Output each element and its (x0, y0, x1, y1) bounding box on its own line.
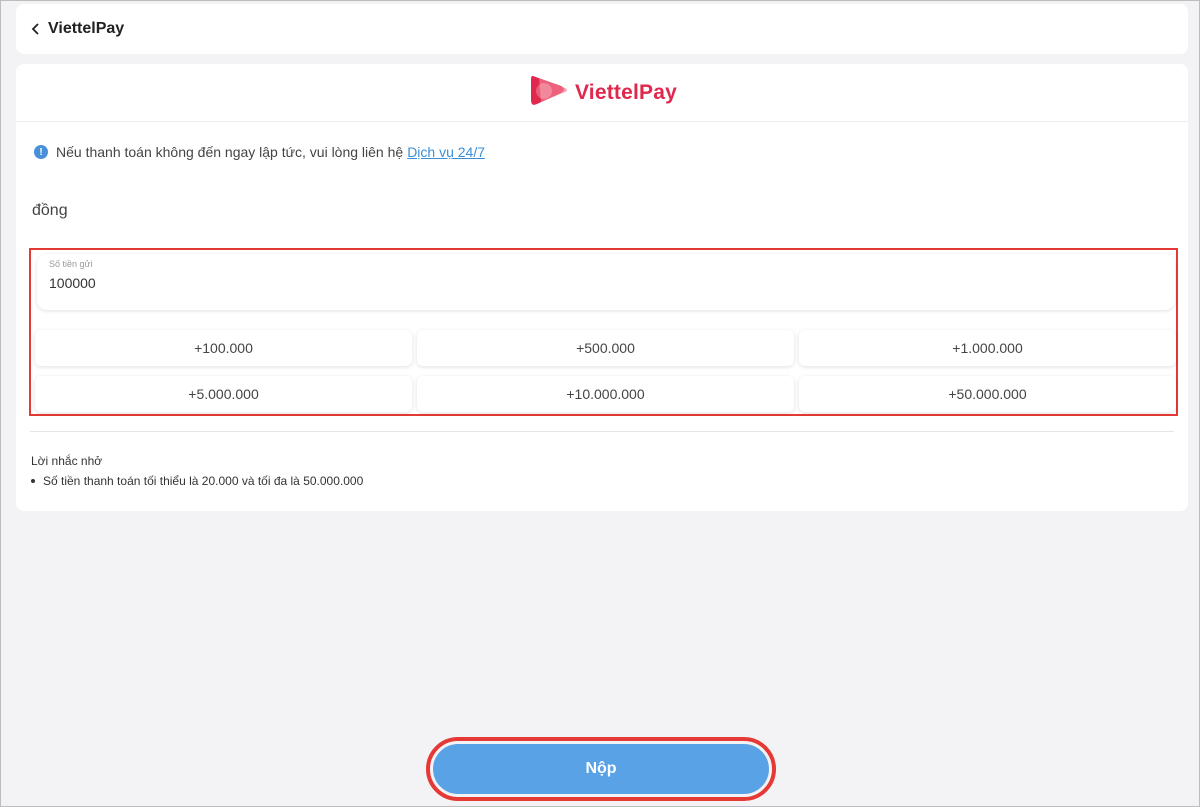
amount-field-label: Số tiền gửi (49, 259, 93, 269)
quick-amount-button[interactable]: +100.000 (35, 330, 412, 366)
quick-amount-button[interactable]: +500.000 (417, 330, 794, 366)
logo-card: ViettelPay (16, 64, 1188, 122)
submit-highlight: Nộp (426, 737, 776, 801)
quick-amount-button[interactable]: +10.000.000 (417, 376, 794, 412)
chevron-left-icon[interactable] (30, 21, 44, 37)
currency-label: đồng (32, 202, 68, 219)
reminder-title: Lời nhắc nhở (31, 454, 103, 468)
quick-amount-button[interactable]: +1.000.000 (799, 330, 1176, 366)
quick-amount-button[interactable]: +50.000.000 (799, 376, 1176, 412)
page-title: ViettelPay (48, 20, 125, 37)
payment-card: ! Nếu thanh toán không đến ngay lập tức,… (16, 122, 1188, 511)
quick-amount-button[interactable]: +5.000.000 (35, 376, 412, 412)
quick-amount-grid: +100.000 +500.000 +1.000.000 +5.000.000 … (35, 330, 1176, 412)
notice-line: ! Nếu thanh toán không đến ngay lập tức,… (34, 144, 485, 160)
viettelpay-logo: ViettelPay (527, 72, 677, 113)
divider (30, 431, 1174, 432)
notice-text: Nếu thanh toán không đến ngay lập tức, v… (56, 144, 404, 160)
support-link[interactable]: Dịch vụ 24/7 (407, 144, 485, 160)
amount-field[interactable]: Số tiền gửi (37, 254, 1175, 310)
bullet-icon (31, 479, 35, 483)
reminder-text: Số tiền thanh toán tối thiểu là 20.000 v… (43, 474, 364, 488)
info-icon: ! (34, 145, 48, 159)
amount-section: Số tiền gửi +100.000 +500.000 +1.000.000… (29, 248, 1178, 416)
reminder-item: Số tiền thanh toán tối thiểu là 20.000 v… (31, 474, 363, 488)
amount-input[interactable] (49, 275, 649, 291)
logo-text: ViettelPay (574, 80, 677, 104)
viettelpay-logo-icon (527, 72, 569, 113)
header-bar: ViettelPay (16, 4, 1188, 54)
submit-button[interactable]: Nộp (433, 744, 769, 794)
